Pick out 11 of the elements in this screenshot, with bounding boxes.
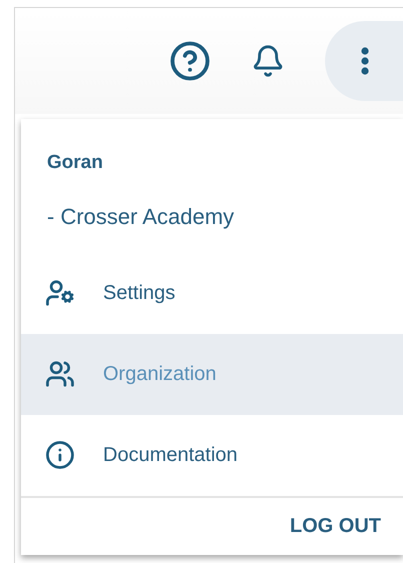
user-gear-icon xyxy=(45,278,75,308)
bell-icon[interactable] xyxy=(251,44,285,78)
logout-button[interactable]: LOG OUT xyxy=(290,511,381,542)
more-icon xyxy=(361,47,369,75)
people-icon xyxy=(45,359,75,389)
menu-item[interactable]: Documentation xyxy=(21,414,403,496)
user-name: Goran xyxy=(47,151,104,175)
organization-name: - Crosser Academy xyxy=(47,202,236,231)
info-icon xyxy=(45,440,75,470)
help-icon[interactable] xyxy=(169,40,211,82)
menu-item[interactable]: Settings xyxy=(21,252,403,334)
